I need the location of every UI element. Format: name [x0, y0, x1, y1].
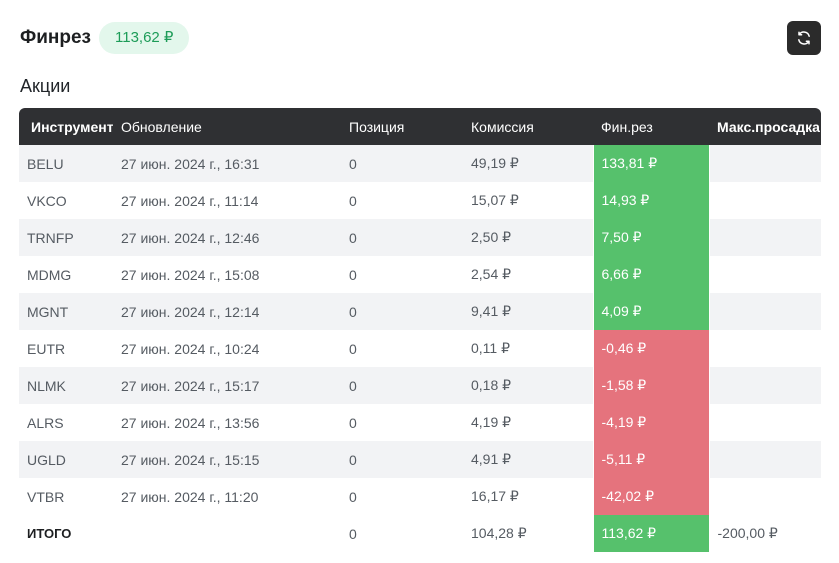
cell-instrument: VKCO: [27, 192, 67, 209]
table-row[interactable]: VKCO 27 июн. 2024 г., 11:14 0 15,07 ₽ 14,93 …: [19, 182, 821, 219]
cell-pnl: 4,09 ₽: [592, 293, 710, 330]
cell-updated: 27 июн. 2024 г., 12:46: [113, 219, 341, 256]
cell-pnl: 133,81 ₽: [592, 145, 710, 182]
total-label: ИТОГО: [19, 515, 113, 552]
cell-pnl: 7,50 ₽: [592, 219, 710, 256]
total-pnl: 113,62 ₽: [592, 515, 710, 552]
cell-commission: 4,19 ₽: [471, 414, 512, 430]
section-title-stocks: Акции: [20, 76, 71, 96]
positions-table: Инструмент Обновление Позиция Комиссия Ф…: [19, 108, 821, 552]
table-row[interactable]: ALRS 27 июн. 2024 г., 13:56 0 4,19 ₽ -4,19 ₽: [19, 404, 821, 441]
table-row[interactable]: EUTR 27 июн. 2024 г., 10:24 0 0,11 ₽ -0,46 ₽: [19, 330, 821, 367]
cell-updated: 27 июн. 2024 г., 15:08: [121, 266, 260, 283]
cell-updated: 27 июн. 2024 г., 15:17: [113, 367, 341, 404]
column-header-max-drawdown[interactable]: Макс.просадка: [709, 108, 821, 145]
cell-max-drawdown: [709, 293, 821, 330]
cell-position: 0: [341, 145, 463, 182]
cell-pnl: 6,66 ₽: [592, 256, 710, 293]
total-commission: 104,28 ₽: [463, 515, 593, 552]
refresh-button[interactable]: [787, 21, 821, 55]
table-row[interactable]: MGNT 27 июн. 2024 г., 12:14 0 9,41 ₽4,09 ₽: [19, 293, 821, 330]
table-row[interactable]: VTBR 27 июн. 2024 г., 11:20 0 16,17 ₽ -42,02…: [19, 478, 821, 515]
cell-max-drawdown: [709, 441, 821, 478]
cell-position: 0: [349, 266, 357, 283]
total-max-drawdown: -200,00 ₽: [709, 515, 821, 552]
column-header-position[interactable]: Позиция: [341, 108, 463, 145]
table-row[interactable]: BELU 27 июн. 2024 г., 16:31 0 49,19 ₽133,81…: [19, 145, 821, 182]
cell-instrument: ALRS: [27, 414, 64, 431]
cell-commission: 0,11 ₽: [471, 340, 511, 356]
cell-instrument: BELU: [19, 145, 113, 182]
cell-instrument: UGLD: [19, 441, 113, 478]
cell-updated: 27 июн. 2024 г., 13:56: [121, 414, 260, 431]
page-title: Финрез: [20, 27, 91, 48]
cell-pnl: -1,58 ₽: [592, 367, 710, 404]
cell-position: 0: [341, 293, 463, 330]
cell-position: 0: [349, 488, 357, 505]
cell-commission: 16,17 ₽: [471, 488, 519, 504]
cell-max-drawdown: [709, 256, 821, 293]
cell-instrument: EUTR: [27, 340, 66, 357]
cell-max-drawdown: [709, 145, 821, 182]
table-header-row: Инструмент Обновление Позиция Комиссия Ф…: [19, 108, 821, 145]
cell-position: 0: [341, 219, 463, 256]
table-row[interactable]: UGLD 27 июн. 2024 г., 15:15 0 4,91 ₽ -5,11 ₽: [19, 441, 821, 478]
total-pnl-badge: 113,62 ₽: [99, 22, 190, 54]
cell-updated: 27 июн. 2024 г., 11:14: [121, 192, 259, 209]
cell-instrument: MGNT: [19, 293, 113, 330]
column-header-commission[interactable]: Комиссия: [463, 108, 593, 145]
refresh-icon: [798, 31, 810, 45]
table-row[interactable]: TRNFP 27 июн. 2024 г., 12:46 0 2,50 ₽7,50 ₽: [19, 219, 821, 256]
cell-updated: 27 июн. 2024 г., 16:31: [113, 145, 341, 182]
cell-updated: 27 июн. 2024 г., 10:24: [121, 340, 260, 357]
table-row[interactable]: NLMK 27 июн. 2024 г., 15:17 0 0,18 ₽ -1,58 ₽: [19, 367, 821, 404]
cell-position: 0: [341, 367, 463, 404]
cell-pnl: -5,11 ₽: [592, 441, 710, 478]
cell-updated: 27 июн. 2024 г., 12:14: [113, 293, 341, 330]
cell-instrument: MDMG: [27, 266, 72, 283]
cell-max-drawdown: [709, 404, 821, 441]
cell-pnl: -0,46 ₽: [592, 330, 710, 367]
cell-max-drawdown: [709, 182, 821, 219]
total-updated-cell: [113, 515, 341, 552]
cell-max-drawdown: [709, 219, 821, 256]
cell-position: 0: [341, 441, 463, 478]
cell-pnl: -42,02 ₽: [592, 478, 710, 515]
cell-updated: 27 июн. 2024 г., 11:20: [121, 488, 259, 505]
cell-commission: 2,54 ₽: [471, 266, 512, 282]
cell-position: 0: [349, 340, 357, 357]
cell-commission: 9,41 ₽: [463, 293, 593, 330]
cell-instrument: NLMK: [19, 367, 113, 404]
cell-commission: 0,18 ₽: [463, 367, 593, 404]
cell-commission: 4,91 ₽: [463, 441, 593, 478]
column-header-updated[interactable]: Обновление: [113, 108, 341, 145]
cell-commission: 15,07 ₽: [471, 192, 519, 208]
cell-max-drawdown: [709, 330, 821, 367]
cell-commission: 2,50 ₽: [463, 219, 593, 256]
cell-pnl: -4,19 ₽: [592, 404, 710, 441]
cell-pnl: 14,93 ₽: [592, 182, 710, 219]
page-header: Финрез 113,62 ₽: [20, 22, 190, 54]
cell-max-drawdown: [709, 478, 821, 515]
cell-position: 0: [349, 414, 357, 431]
cell-instrument: VTBR: [27, 488, 65, 505]
cell-max-drawdown: [709, 367, 821, 404]
table-row[interactable]: MDMG 27 июн. 2024 г., 15:08 0 2,54 ₽ 6,66 ₽: [19, 256, 821, 293]
cell-updated: 27 июн. 2024 г., 15:15: [113, 441, 341, 478]
total-position: 0: [341, 515, 463, 552]
cell-position: 0: [349, 192, 357, 209]
total-row: ИТОГО 0 104,28 ₽ 113,62 ₽ -200,00 ₽: [19, 515, 821, 552]
column-header-instrument[interactable]: Инструмент: [19, 108, 113, 145]
cell-instrument: TRNFP: [19, 219, 113, 256]
column-header-pnl[interactable]: Фин.рез: [593, 108, 709, 145]
cell-commission: 49,19 ₽: [463, 145, 593, 182]
